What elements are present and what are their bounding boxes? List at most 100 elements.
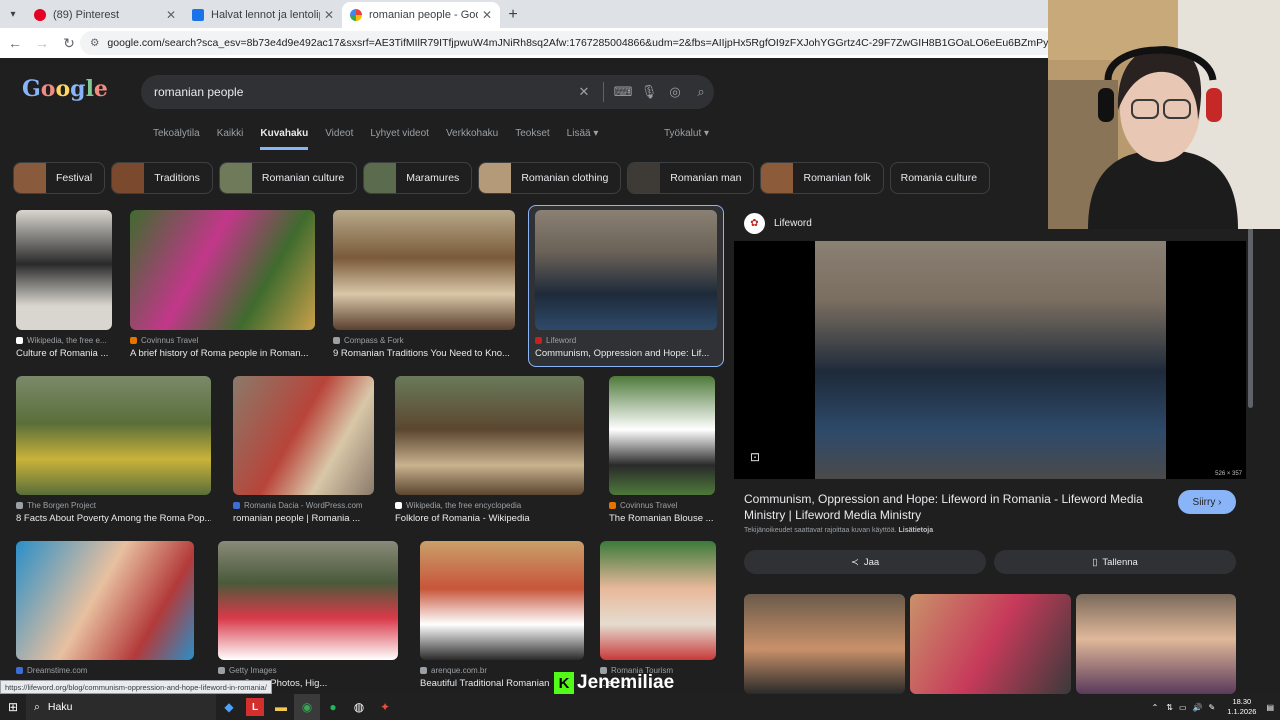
tray-overflow-icon[interactable]: ⌃ [1152, 703, 1159, 712]
chip-festival[interactable]: Festival [13, 162, 106, 194]
result-source[interactable]: Romania Dacia - WordPress.com [244, 501, 363, 510]
result-source[interactable]: Covinnus Travel [620, 501, 677, 510]
network-icon[interactable]: ⇅ [1166, 703, 1173, 712]
chip-romanian-culture[interactable]: Romanian culture [218, 162, 358, 194]
image-result[interactable]: Dreamstime.com [16, 541, 194, 678]
tab-search-icon[interactable]: ▾ [0, 0, 26, 28]
image-result-selected[interactable]: Lifeword Communism, Oppression and Hope:… [535, 210, 717, 359]
save-button[interactable]: ▯ Tallenna [994, 550, 1236, 574]
image-result[interactable]: Compass & Fork 9 Romanian Traditions You… [333, 210, 515, 359]
result-title[interactable]: The Romanian Blouse ... [609, 513, 715, 524]
result-thumbnail[interactable] [16, 210, 112, 330]
url-field[interactable]: ⚙ google.com/search?sca_esv=8b73e4d9e492… [80, 31, 1055, 55]
lens-search-icon[interactable]: ⊡ [750, 450, 760, 464]
spotify-icon[interactable]: ● [320, 694, 346, 720]
keyboard-icon[interactable]: ⌨ [610, 84, 636, 100]
result-source[interactable]: Getty Images [229, 666, 277, 675]
learn-more-link[interactable]: Lisätietoja [899, 527, 934, 534]
filter-videos[interactable]: Videot [325, 128, 353, 150]
result-thumbnail[interactable] [535, 210, 717, 330]
file-explorer-icon[interactable]: ▬ [268, 694, 294, 720]
close-tab-icon[interactable]: ✕ [324, 8, 334, 22]
visit-button[interactable]: Siirry › [1178, 490, 1236, 514]
result-source[interactable]: Wikipedia, the free e... [27, 336, 107, 345]
filter-books[interactable]: Teokset [515, 128, 549, 150]
tab-google-search[interactable]: romanian people - Google-hak ✕ [342, 2, 500, 28]
search-icon[interactable]: ⌕ [688, 84, 714, 100]
tab-pinterest[interactable]: (89) Pinterest ✕ [26, 2, 184, 28]
notifications-icon[interactable]: ▤ [1266, 703, 1274, 712]
app-icon[interactable]: ✦ [372, 694, 398, 720]
image-result[interactable]: Romania Tourism ...s - ... [600, 541, 716, 689]
image-result[interactable]: Wikipedia, the free e... Culture of Roma… [16, 210, 112, 359]
preview-image[interactable] [815, 241, 1166, 479]
result-title[interactable]: romanian people | Romania ... [233, 513, 374, 524]
new-tab-button[interactable]: + [500, 2, 526, 28]
volume-icon[interactable]: 🔊 [1193, 703, 1203, 712]
taskbar-clock[interactable]: 18.30 1.1.2026 [1227, 697, 1256, 717]
app-icon[interactable]: ◆ [216, 694, 242, 720]
lens-camera-icon[interactable]: ◎ [662, 84, 688, 100]
result-source[interactable]: The Borgen Project [27, 501, 96, 510]
image-result[interactable]: Romania Dacia - WordPress.com romanian p… [233, 376, 374, 524]
result-thumbnail[interactable] [600, 541, 716, 660]
preview-source[interactable]: ✿ Lifeword [744, 213, 812, 234]
chip-romanian-clothing[interactable]: Romanian clothing [478, 162, 622, 194]
image-result[interactable]: arenque.com.br Beautiful Traditional Rom… [420, 541, 584, 689]
windows-start-icon[interactable]: ⊞ [0, 694, 26, 720]
result-thumbnail[interactable] [420, 541, 584, 660]
chrome-icon[interactable]: ◉ [294, 694, 320, 720]
chip-traditions[interactable]: Traditions [111, 162, 213, 194]
reload-icon[interactable]: ↻ [57, 31, 81, 55]
google-logo[interactable]: Google [22, 76, 108, 102]
image-result[interactable]: Covinnus Travel A brief history of Roma … [130, 210, 315, 359]
result-title[interactable]: 9 Romanian Traditions You Need to Kno... [333, 348, 515, 359]
result-source[interactable]: Compass & Fork [344, 336, 404, 345]
result-source[interactable]: Wikipedia, the free encyclopedia [406, 501, 521, 510]
result-source[interactable]: arenque.com.br [431, 666, 487, 675]
close-tab-icon[interactable]: ✕ [166, 8, 176, 22]
chip-romanian-man[interactable]: Romanian man [627, 162, 755, 194]
preview-site-name[interactable]: Lifeword [774, 218, 812, 229]
chip-romanian-folk[interactable]: Romanian folk [760, 162, 884, 194]
related-image[interactable] [744, 594, 905, 694]
close-tab-icon[interactable]: ✕ [482, 8, 492, 22]
result-source[interactable]: Dreamstime.com [27, 666, 87, 675]
image-result[interactable]: Covinnus Travel The Romanian Blouse ... [609, 376, 715, 524]
result-thumbnail[interactable] [609, 376, 715, 495]
result-thumbnail[interactable] [333, 210, 515, 330]
result-thumbnail[interactable] [395, 376, 584, 495]
result-source[interactable]: Lifeword [546, 336, 576, 345]
result-thumbnail[interactable] [218, 541, 398, 660]
site-info-icon[interactable]: ⚙ [90, 37, 99, 49]
pen-icon[interactable]: ✎ [1209, 703, 1216, 712]
panel-scrollbar[interactable] [1248, 228, 1253, 408]
result-title[interactable]: Culture of Romania ... [16, 348, 112, 359]
result-thumbnail[interactable] [16, 376, 211, 495]
filter-ai-mode[interactable]: Tekoälytila [153, 128, 200, 150]
related-image[interactable] [1076, 594, 1236, 694]
result-source[interactable]: Covinnus Travel [141, 336, 198, 345]
image-result[interactable]: Wikipedia, the free encyclopedia Folklor… [395, 376, 584, 524]
result-title[interactable]: Communism, Oppression and Hope: Lif... [535, 348, 717, 359]
obs-icon[interactable]: ◍ [346, 694, 372, 720]
filter-more[interactable]: Lisää ▾ [567, 128, 599, 150]
search-input[interactable]: romanian people [154, 85, 571, 99]
filter-all[interactable]: Kaikki [217, 128, 244, 150]
result-thumbnail[interactable] [16, 541, 194, 660]
result-thumbnail[interactable] [130, 210, 315, 330]
tools-button[interactable]: Työkalut ▾ [664, 128, 709, 139]
result-title[interactable]: Folklore of Romania - Wikipedia [395, 513, 584, 524]
display-icon[interactable]: ▭ [1179, 703, 1187, 712]
preview-title[interactable]: Communism, Oppression and Hope: Lifeword… [744, 491, 1169, 523]
tab-flights[interactable]: Halvat lennot ja lentoliput kaik ✕ [184, 2, 342, 28]
filter-web[interactable]: Verkkohaku [446, 128, 498, 150]
microphone-icon[interactable]: 🎙 [636, 84, 662, 100]
result-title[interactable]: A brief history of Roma people in Roman.… [130, 348, 315, 359]
preview-image-frame[interactable]: ⊡ 526 × 357 [734, 241, 1246, 479]
result-title[interactable]: 8 Facts About Poverty Among the Roma Pop… [16, 513, 211, 524]
result-thumbnail[interactable] [233, 376, 374, 495]
filter-images[interactable]: Kuvahaku [260, 128, 309, 150]
chip-romania-culture[interactable]: Romania culture [889, 162, 991, 194]
search-box[interactable]: romanian people ✕ ⌨ 🎙 ◎ ⌕ [141, 75, 714, 109]
